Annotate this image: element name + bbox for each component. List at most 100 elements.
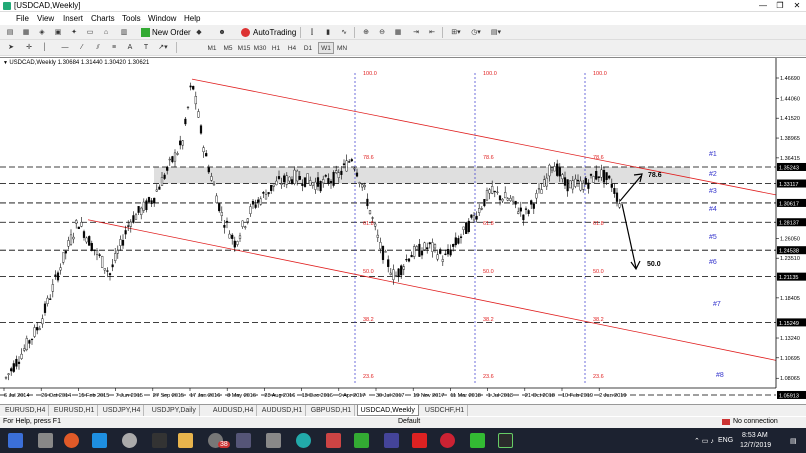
chart-tab[interactable]: GBPUSD,H1 [308, 405, 356, 416]
bar-chart-icon[interactable]: ⫿ [306, 27, 318, 38]
periods-icon[interactable]: ◷▾ [468, 27, 484, 38]
timeframe-m30[interactable]: M30 [252, 42, 268, 54]
vertical-line-icon[interactable]: │ [40, 42, 50, 53]
timeframe-m1[interactable]: M1 [204, 42, 220, 54]
data-window-icon[interactable]: ▣ [52, 27, 64, 38]
resistance-zone [154, 167, 690, 184]
experts-icon[interactable]: ☻ [216, 27, 228, 38]
minimize-button[interactable]: — [756, 1, 770, 10]
profiles-icon[interactable]: ▦ [20, 27, 32, 38]
crosshair-icon[interactable]: ✛ [24, 42, 34, 53]
price-chart[interactable]: 1.35243 1.33117 1.30617 1.28137 1.24538 1.211… [0, 58, 806, 405]
zoom-out-icon[interactable]: ⊖ [376, 27, 388, 38]
chart-tab[interactable]: USDJPY,Daily [149, 405, 200, 416]
auto-scroll-icon[interactable]: ⇥ [410, 27, 422, 38]
chart-tab[interactable]: EURUSD,H4 [2, 405, 50, 416]
candle-body [127, 225, 130, 227]
menu-help[interactable]: Help [184, 14, 200, 23]
notifications-icon[interactable]: ▤ [790, 437, 797, 445]
chart-tab[interactable]: EURUSD,H1 [51, 405, 99, 416]
terminal-icon[interactable]: ▭ [84, 27, 96, 38]
label-tool-icon[interactable]: T [140, 42, 152, 53]
candle-body [108, 273, 112, 276]
brave-browser-icon[interactable] [64, 433, 79, 448]
timeframe-h4[interactable]: H4 [284, 42, 300, 54]
app-icon[interactable] [470, 433, 485, 448]
folder-icon[interactable] [178, 433, 193, 448]
channel-icon[interactable]: ⫽ [92, 42, 104, 53]
shift-end-icon[interactable]: ⇤ [426, 27, 438, 38]
media-icon[interactable] [152, 433, 167, 448]
start-icon[interactable] [8, 433, 23, 448]
chart-tab[interactable]: USDCAD,Weekly [356, 405, 419, 416]
tester-icon[interactable]: ⌂ [100, 27, 112, 38]
text-tool-icon[interactable]: A [124, 42, 136, 53]
metatrader-icon[interactable] [498, 433, 513, 448]
fibonacci-icon[interactable]: ≡ [108, 42, 120, 53]
candle-body [402, 266, 405, 270]
chart-tab[interactable]: USDJPY,H4 [100, 405, 145, 416]
candlestick-icon[interactable]: ▮ [322, 27, 334, 38]
menu-window[interactable]: Window [148, 14, 176, 23]
clock-date[interactable]: 12/7/2019 [740, 442, 771, 449]
restore-button[interactable]: ❐ [773, 1, 787, 10]
tile-windows-icon[interactable]: ▦ [392, 27, 404, 38]
chart-window[interactable]: USDCAD,Weekly 1.30684 1.31440 1.30420 1.… [0, 57, 806, 404]
templates-icon[interactable]: ▤▾ [488, 27, 504, 38]
notification-badge: 38 [218, 441, 230, 448]
chart-tab[interactable]: AUDUSD,H4 [210, 405, 258, 416]
edge-browser-icon[interactable] [92, 433, 107, 448]
timeframe-mn[interactable]: MN [334, 42, 350, 54]
candle-body [462, 226, 465, 230]
fx-app-icon[interactable] [412, 433, 427, 448]
close-button[interactable]: ✕ [790, 1, 804, 10]
line-chart-icon[interactable]: ∿ [338, 27, 350, 38]
level-marker: #7 [713, 301, 721, 308]
timeframe-w1[interactable]: W1 [318, 42, 334, 54]
chart-tab[interactable]: AUDUSD,H1 [259, 405, 307, 416]
trendline-icon[interactable]: ⁄ [76, 42, 88, 53]
menu-file[interactable]: File [16, 14, 29, 23]
new-order-button[interactable]: New Order [140, 26, 191, 39]
candle-body [550, 167, 554, 171]
timeframe-h1[interactable]: H1 [268, 42, 284, 54]
menu-view[interactable]: View [37, 14, 54, 23]
tray-icons[interactable]: ⌃ ▭ ♪ [694, 437, 714, 445]
arrows-tool-icon[interactable]: ↗▾ [156, 42, 170, 53]
timeframe-m5[interactable]: M5 [220, 42, 236, 54]
app-icon[interactable] [384, 433, 399, 448]
timeframe-d1[interactable]: D1 [300, 42, 316, 54]
chart-shift-icon[interactable]: ▥ [118, 27, 130, 38]
candle-body [446, 248, 450, 255]
navigator-icon[interactable]: ✦ [68, 27, 80, 38]
new-chart-icon[interactable]: ▤ [4, 27, 16, 38]
candle-body [251, 201, 255, 205]
market-watch-icon[interactable]: ◈ [36, 27, 48, 38]
metaeditor-icon[interactable]: ◆ [193, 27, 205, 38]
app-icon[interactable] [266, 433, 281, 448]
candle-body [400, 265, 403, 276]
clock-time[interactable]: 8:53 AM [742, 432, 768, 439]
app-icon[interactable] [326, 433, 341, 448]
candle-body [511, 196, 515, 202]
timeframe-m15[interactable]: M15 [236, 42, 252, 54]
language-indicator[interactable]: ENG [718, 437, 733, 444]
app-icon[interactable] [440, 433, 455, 448]
indicators-icon[interactable]: ⊞▾ [448, 27, 464, 38]
word-icon[interactable] [236, 433, 251, 448]
cursor-icon[interactable]: ➤ [6, 42, 16, 53]
chart-tab[interactable]: USDCHF,H1 [422, 405, 469, 416]
camera-icon[interactable] [122, 433, 137, 448]
app-icon[interactable] [296, 433, 311, 448]
candle-body [4, 376, 8, 379]
candle-body [225, 220, 229, 223]
zoom-in-icon[interactable]: ⊕ [360, 27, 372, 38]
menu-charts[interactable]: Charts [91, 14, 115, 23]
app-icon[interactable] [354, 433, 369, 448]
menu-tools[interactable]: Tools [122, 14, 141, 23]
horizontal-line-icon[interactable]: — [58, 42, 72, 53]
menu-bar: File View Insert Charts Tools Window Hel… [0, 12, 806, 25]
menu-insert[interactable]: Insert [63, 14, 83, 23]
autotrading-button[interactable]: AutoTrading [240, 26, 296, 39]
search-icon[interactable] [38, 433, 53, 448]
